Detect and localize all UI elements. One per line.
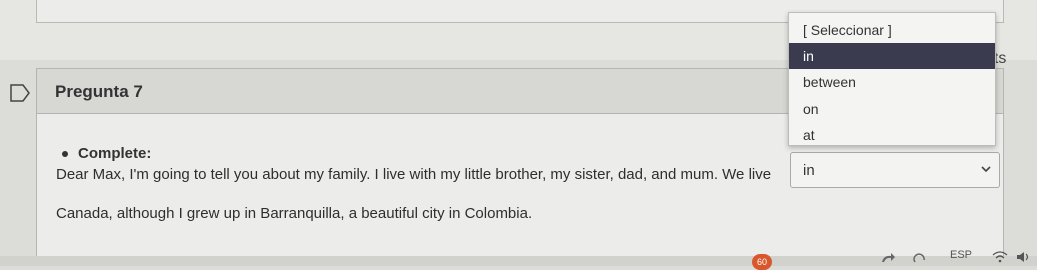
- dropdown-option-placeholder[interactable]: [ Seleccionar ]: [789, 17, 995, 43]
- question-instruction: Complete:: [62, 145, 151, 162]
- chevron-down-icon: [981, 166, 991, 173]
- bullet-icon: [62, 150, 68, 157]
- answer-select-value: in: [803, 162, 815, 179]
- dropdown-option-between[interactable]: between: [789, 69, 995, 95]
- language-indicator[interactable]: ESP: [950, 249, 972, 261]
- redo-arrow-icon[interactable]: [880, 252, 896, 264]
- volume-icon[interactable]: [1016, 251, 1032, 263]
- instruction-text: Complete:: [78, 145, 152, 162]
- notification-badge: 60: [752, 254, 772, 270]
- refresh-arrow-icon[interactable]: [912, 252, 928, 264]
- dropdown-option-on[interactable]: on: [789, 96, 995, 122]
- wifi-icon[interactable]: [992, 251, 1008, 263]
- question-title: Pregunta 7: [55, 82, 143, 101]
- question-text-line1: Dear Max, I'm going to tell you about my…: [56, 166, 772, 183]
- flag-icon[interactable]: [10, 84, 30, 102]
- answer-dropdown-list: [ Seleccionar ] in between on at: [788, 12, 996, 146]
- answer-select[interactable]: in: [790, 152, 1000, 188]
- question-text-line2: Canada, although I grew up in Barranquil…: [56, 205, 533, 222]
- dropdown-option-in[interactable]: in: [789, 43, 995, 69]
- dropdown-option-at[interactable]: at: [789, 122, 995, 148]
